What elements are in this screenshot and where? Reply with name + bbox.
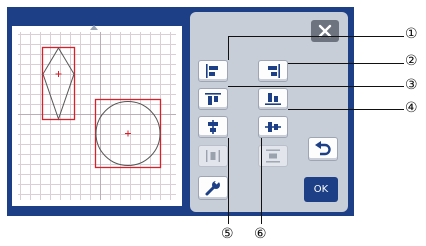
callout-leader-3 — [228, 86, 404, 87]
align-top-icon — [205, 93, 221, 105]
callout-2: ② — [405, 53, 418, 69]
mat-grid — [18, 32, 176, 200]
align-left-icon — [206, 64, 218, 78]
align-center-horizontal-icon — [208, 120, 218, 134]
align-bottom-icon — [265, 93, 281, 105]
align-center-vertical-icon — [265, 122, 281, 132]
callout-leader-1-drop — [228, 36, 229, 60]
settings-button[interactable] — [198, 176, 228, 200]
align-bottom-button[interactable] — [258, 88, 288, 110]
callout-5: ⑤ — [221, 226, 234, 242]
align-center-vertical-button[interactable] — [258, 116, 288, 138]
distribute-vertical-button[interactable] — [258, 145, 288, 167]
distribute-vertical-icon — [266, 149, 280, 163]
undo-button[interactable] — [308, 137, 338, 161]
align-center-horizontal-button[interactable] — [198, 116, 228, 138]
align-right-icon — [268, 64, 280, 78]
undo-icon — [315, 141, 331, 156]
cutting-mat-preview — [12, 26, 182, 206]
callout-leader-4 — [288, 109, 404, 110]
align-left-button[interactable] — [198, 60, 228, 82]
distribute-horizontal-button[interactable] — [198, 145, 228, 167]
ok-button[interactable]: OK — [304, 177, 338, 202]
callout-leader-2 — [288, 63, 404, 64]
callout-3: ③ — [405, 77, 418, 93]
callout-leader-6 — [261, 138, 262, 224]
callout-1: ① — [405, 26, 418, 42]
callout-leader-5 — [228, 138, 229, 224]
wrench-icon — [205, 179, 220, 196]
callout-4: ④ — [405, 100, 418, 116]
callout-leader-1 — [228, 36, 404, 37]
callout-6: ⑥ — [254, 226, 267, 242]
diamond-selection-box[interactable] — [41, 46, 76, 121]
close-button[interactable] — [311, 20, 339, 42]
align-right-button[interactable] — [258, 60, 288, 82]
diamond-shape[interactable] — [42, 47, 75, 121]
distribute-horizontal-icon — [206, 150, 220, 162]
preview-scroll-handle[interactable] — [90, 25, 98, 30]
align-top-button[interactable] — [198, 88, 228, 110]
